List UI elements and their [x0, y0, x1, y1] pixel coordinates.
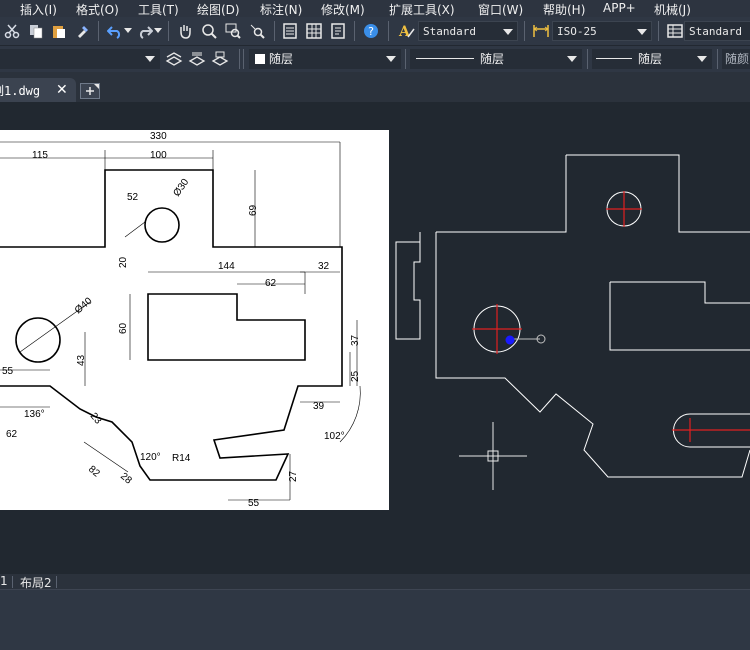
- dim-text: 115: [32, 150, 48, 161]
- centerlines: [472, 191, 750, 442]
- chevron-down-icon: [145, 56, 155, 62]
- chevron-down-icon: [503, 29, 513, 35]
- dim-text: 62: [265, 278, 277, 289]
- dim-text: 43: [76, 354, 87, 366]
- dim-text: 102°: [324, 431, 345, 442]
- menu-draw[interactable]: 绘图(D): [197, 1, 240, 18]
- color-swatch: [255, 54, 265, 64]
- reference-image[interactable]: 330 115 100 52 Ø30 69 20 144 32 62 Ø40 6…: [0, 130, 389, 510]
- menu-window[interactable]: 窗口(W): [478, 1, 523, 18]
- new-tab-button[interactable]: [80, 83, 100, 99]
- chevron-down-icon: [567, 56, 577, 62]
- properties-icon[interactable]: [279, 20, 301, 42]
- color-value: 随层: [269, 52, 294, 66]
- make-layer-current-icon[interactable]: [163, 48, 185, 70]
- dim-text: 136°: [24, 409, 45, 420]
- match-properties-icon[interactable]: [72, 20, 94, 42]
- linetype-value: 随层: [480, 52, 505, 66]
- layers-properties-toolbar: 随层 随层 随层 随颜: [0, 46, 750, 72]
- zoom-window-icon[interactable]: [222, 20, 244, 42]
- text-style-select[interactable]: Standard: [418, 21, 518, 41]
- chevron-down-icon: [386, 56, 396, 62]
- document-tab-label: 例1.dwg: [0, 84, 41, 98]
- layer-previous-icon[interactable]: [186, 48, 208, 70]
- plotstyle-select[interactable]: 随颜: [722, 49, 750, 69]
- layout-tabs: 1 布局2: [0, 574, 750, 590]
- menu-bar: 插入(I) 格式(O) 工具(T) 绘图(D) 标注(N) 修改(M) 扩展工具…: [0, 0, 750, 17]
- drawing-canvas[interactable]: 330 115 100 52 Ø30 69 20 144 32 62 Ø40 6…: [0, 102, 750, 574]
- crosshair-cursor: [459, 422, 527, 490]
- menu-app-plus[interactable]: APP+: [603, 1, 636, 15]
- dim-text: 100: [150, 150, 167, 161]
- close-icon[interactable]: ✕: [56, 82, 68, 98]
- dim-text: 52: [127, 192, 139, 203]
- dim-text: 144: [218, 261, 235, 272]
- linetype-preview: [416, 58, 474, 59]
- dim-text: 32: [318, 261, 330, 272]
- dim-text: 55: [248, 498, 260, 509]
- dim-text: 55: [2, 366, 14, 377]
- chevron-down-icon: [637, 29, 647, 35]
- lineweight-value: 随层: [638, 52, 663, 66]
- color-select[interactable]: 随层: [249, 49, 401, 69]
- dim-text: 27: [288, 470, 299, 482]
- undo-dropdown-icon[interactable]: [122, 20, 134, 42]
- dim-text: 39: [313, 401, 325, 412]
- dim-text: 69: [248, 204, 259, 216]
- menu-express-tools[interactable]: 扩展工具(X): [389, 1, 455, 18]
- dim-text: 330: [150, 131, 167, 142]
- menu-modify[interactable]: 修改(M): [321, 1, 365, 18]
- command-line-area[interactable]: [0, 589, 750, 650]
- linetype-select[interactable]: 随层: [410, 49, 582, 69]
- copy-icon[interactable]: [25, 20, 47, 42]
- dim-text: 62: [6, 429, 18, 440]
- lineweight-select[interactable]: 随层: [592, 49, 712, 69]
- plotstyle-value: 随颜: [725, 52, 750, 66]
- document-tab[interactable]: 例1.dwg ✕: [0, 78, 76, 102]
- document-tab-bar: 例1.dwg ✕: [0, 72, 750, 102]
- layout-tab-1[interactable]: 1: [0, 574, 8, 588]
- dimension-style-value: ISO-25: [557, 25, 597, 38]
- dim-text: R14: [172, 453, 191, 464]
- pan-hand-icon[interactable]: [174, 20, 196, 42]
- layer-select[interactable]: [0, 49, 160, 69]
- menu-tools[interactable]: 工具(T): [138, 1, 179, 18]
- dim-text: 120°: [140, 452, 161, 463]
- chevron-down-icon: [697, 56, 707, 62]
- text-style-icon[interactable]: A: [396, 20, 418, 42]
- tool-palette-icon[interactable]: [327, 20, 349, 42]
- help-icon[interactable]: ?: [360, 20, 382, 42]
- dim-text: 20: [118, 256, 129, 268]
- add-tab-icon: [86, 84, 99, 95]
- zoom-realtime-icon[interactable]: [198, 20, 220, 42]
- standard-toolbar: ? A Standard ISO-25 Standard: [0, 17, 750, 46]
- dimension-style-icon[interactable]: [530, 20, 552, 42]
- cad-drawing[interactable]: [395, 154, 750, 478]
- lineweight-preview: [596, 58, 632, 59]
- menu-format[interactable]: 格式(O): [76, 1, 119, 18]
- menu-mechanical[interactable]: 机械(J): [654, 1, 691, 18]
- table-style-icon[interactable]: [664, 20, 686, 42]
- design-center-icon[interactable]: [303, 20, 325, 42]
- selection-grip[interactable]: [505, 334, 546, 345]
- cut-icon[interactable]: [1, 20, 23, 42]
- dimension-style-select[interactable]: ISO-25: [552, 21, 652, 41]
- dim-text: 25: [350, 370, 361, 382]
- redo-dropdown-icon[interactable]: [152, 20, 164, 42]
- svg-text:?: ?: [368, 25, 374, 38]
- table-style-select[interactable]: Standard: [684, 21, 750, 41]
- paste-icon[interactable]: [48, 20, 70, 42]
- menu-insert[interactable]: 插入(I): [20, 1, 57, 18]
- layer-state-icon[interactable]: [209, 48, 231, 70]
- menu-help[interactable]: 帮助(H): [543, 1, 585, 18]
- dim-text: 37: [350, 334, 361, 346]
- zoom-previous-icon[interactable]: [246, 20, 268, 42]
- menu-dimension[interactable]: 标注(N): [260, 1, 302, 18]
- text-style-value: Standard: [423, 25, 476, 38]
- dim-text: 60: [118, 322, 129, 334]
- table-style-value: Standard: [689, 25, 742, 38]
